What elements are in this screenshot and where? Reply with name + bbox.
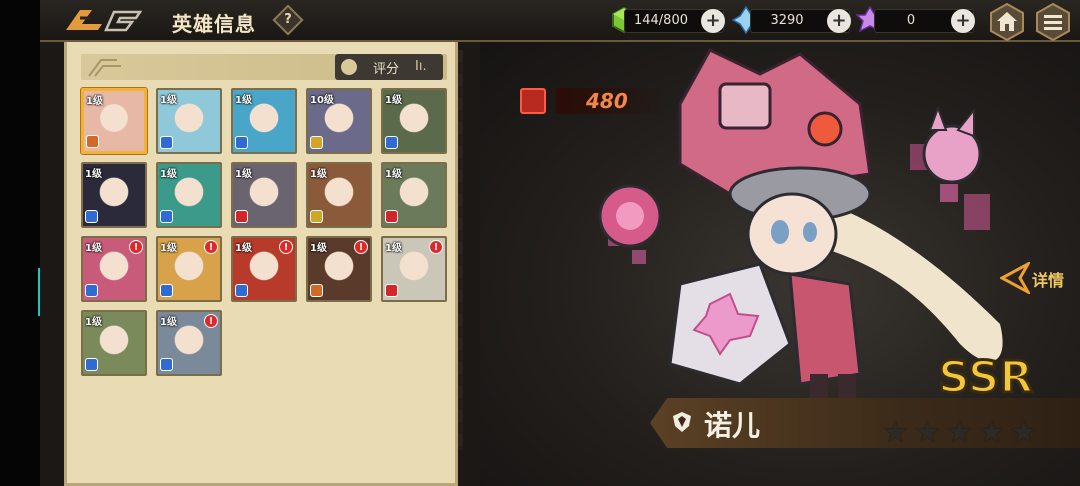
pink-crystal-value: 0 [906,13,916,28]
class-badge-icon [235,210,248,223]
top-bar: 英雄信息 ? 144/800 + 3290 + 0 + [40,0,1080,42]
add-crystal-button[interactable]: + [827,9,851,33]
header-ornament-icon [88,59,121,77]
help-icon[interactable]: ? [272,4,304,36]
hero-card[interactable]: 1级 [231,162,297,228]
hero-level: 1级 [85,317,102,328]
hero-card[interactable]: 10级 [306,88,372,154]
pink-crystal-counter: 0 + [874,9,975,33]
hero-name: 诺儿 [704,409,761,442]
shield-icon [673,412,691,432]
hero-level: 1级 [85,243,102,254]
add-stamina-button[interactable]: + [701,9,725,33]
class-badge-icon [160,358,173,371]
hero-level: 1级 [160,169,177,180]
class-badge-icon [385,136,398,149]
hero-card[interactable]: 1级 [156,162,222,228]
help-label: ? [284,12,292,27]
class-badge-icon [310,210,323,223]
hero-card[interactable]: 1级! [156,236,222,302]
class-badge-icon [385,210,398,223]
stamina-value: 144/800 [633,13,688,28]
class-badge-icon [85,210,98,223]
hero-card[interactable]: 1级! [231,236,297,302]
alert-icon: ! [129,240,143,254]
stamina-counter: 144/800 + [624,9,725,33]
star-rating: ★ ★ ★ ★ ★ [882,418,1040,448]
hero-level: 10级 [310,95,334,106]
hero-level: 1级 [85,169,102,180]
class-badge-icon [160,284,173,297]
star-icon: ★ [946,415,973,450]
hero-card[interactable]: 1级 [81,88,147,154]
hero-card[interactable]: 1级! [381,236,447,302]
hero-level: 1级 [235,243,252,254]
fist-icon [520,88,546,114]
menu-icon[interactable] [1033,2,1073,42]
hero-level: 1级 [385,243,402,254]
detail-button[interactable]: 详情 [1000,258,1078,298]
hero-level: 1级 [310,169,327,180]
filter-icon[interactable] [341,59,357,75]
hero-level: 1级 [160,95,177,106]
detail-arrow-icon [1000,262,1030,294]
hero-list-panel: 评分 Iı. 1级 1级 1级 10级 1级 1级 1级 1级 1级 1级 1级! 1级! 1级! 1级!… [64,42,458,486]
class-badge-icon [85,284,98,297]
class-badge-icon [160,210,173,223]
hero-level: 1级 [235,95,252,106]
hero-card[interactable]: 1级 [81,310,147,376]
class-badge-icon [310,284,323,297]
alert-icon: ! [204,314,218,328]
alert-icon: ! [204,240,218,254]
class-badge-icon [86,135,99,148]
rarity-ssr-badge: SSR [937,351,1035,401]
hero-level: 1级 [160,317,177,328]
class-badge-icon [160,136,173,149]
alert-icon: ! [279,240,293,254]
hero-card[interactable]: 1级 [231,88,297,154]
crystal-counter: 3290 + [750,9,851,33]
hero-level: 1级 [235,169,252,180]
class-badge-icon [235,136,248,149]
hero-level: 1级 [86,96,103,107]
class-badge-icon [385,284,398,297]
crystal-value: 3290 [770,13,804,28]
hero-card[interactable]: 1级 [156,88,222,154]
hero-card[interactable]: 1级! [156,310,222,376]
hero-level: 1级 [160,243,177,254]
hero-card[interactable]: 1级 [381,162,447,228]
hero-card[interactable]: 1级 [81,162,147,228]
hero-card[interactable]: 1级! [306,236,372,302]
detail-label: 详情 [1032,271,1065,290]
hero-card[interactable]: 1级! [81,236,147,302]
star-icon: ★ [978,415,1005,450]
home-icon[interactable] [987,2,1027,42]
class-badge-icon [235,284,248,297]
alert-icon: ! [354,240,368,254]
sort-order-icon: Iı. [415,59,427,74]
alert-icon: ! [429,240,443,254]
hero-card[interactable]: 1级 [306,162,372,228]
sort-label: 评分 [373,62,400,77]
class-badge-icon [310,136,323,149]
page-title: 英雄信息 [172,12,256,36]
star-icon: ★ [1010,415,1037,450]
hero-level: 1级 [385,169,402,180]
hero-level: 1级 [385,95,402,106]
hero-level: 1级 [310,243,327,254]
game-logo-icon [66,10,143,32]
rarity-text: SSR [938,352,1033,400]
left-bezel [0,0,40,486]
star-icon: ★ [882,415,909,450]
hero-card[interactable]: 1级 [381,88,447,154]
sort-button[interactable]: 评分 Iı. [335,54,443,80]
star-icon: ★ [914,415,941,450]
class-badge-icon [85,358,98,371]
add-pink-crystal-button[interactable]: + [951,9,975,33]
